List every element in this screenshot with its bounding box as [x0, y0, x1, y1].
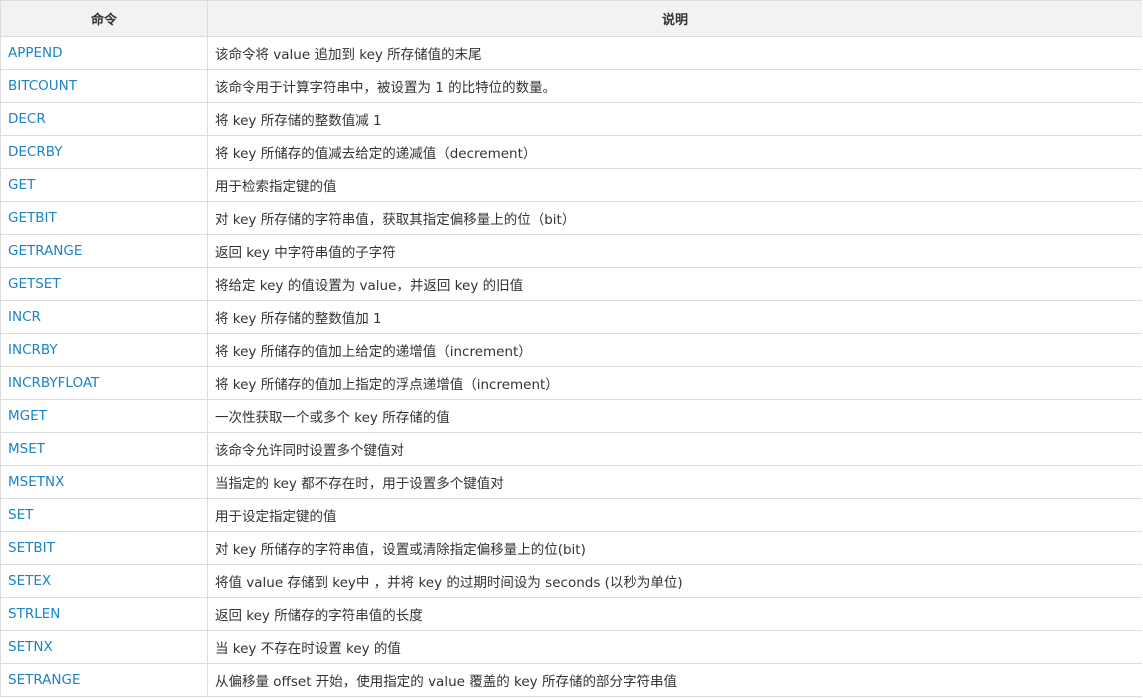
- command-link[interactable]: GET: [8, 177, 35, 193]
- table-row: MGET 一次性获取一个或多个 key 所存储的值: [0, 399, 1142, 433]
- command-cell: INCR: [0, 300, 208, 334]
- command-cell: APPEND: [0, 36, 208, 70]
- command-link[interactable]: MSET: [8, 441, 45, 457]
- table-row: BITCOUNT 该命令用于计算字符串中，被设置为 1 的比特位的数量。: [0, 69, 1142, 103]
- table-body: APPEND 该命令将 value 追加到 key 所存储值的末尾 BITCOUNT…: [0, 36, 1142, 697]
- command-link[interactable]: SETNX: [8, 639, 53, 655]
- command-cell: STRLEN: [0, 597, 208, 631]
- command-cell: INCRBY: [0, 333, 208, 367]
- command-cell: SET: [0, 498, 208, 532]
- command-cell: GETBIT: [0, 201, 208, 235]
- description-cell: 将 key 所存储的整数值加 1: [207, 300, 1142, 334]
- table-row: SETRANGE 从偏移量 offset 开始，使用指定的 value 覆盖的 k…: [0, 663, 1142, 697]
- command-cell: BITCOUNT: [0, 69, 208, 103]
- table-row: GETRANGE 返回 key 中字符串值的子字符: [0, 234, 1142, 268]
- table-row: GET 用于检索指定键的值: [0, 168, 1142, 202]
- command-link[interactable]: SETEX: [8, 573, 51, 589]
- description-cell: 用于设定指定键的值: [207, 498, 1142, 532]
- table-row: SET 用于设定指定键的值: [0, 498, 1142, 532]
- command-cell: MSETNX: [0, 465, 208, 499]
- table-row: INCRBY 将 key 所储存的值加上给定的递增值（increment）: [0, 333, 1142, 367]
- description-cell: 将给定 key 的值设置为 value，并返回 key 的旧值: [207, 267, 1142, 301]
- description-cell: 对 key 所存储的字符串值，获取其指定偏移量上的位（bit）: [207, 201, 1142, 235]
- command-cell: GETRANGE: [0, 234, 208, 268]
- command-link[interactable]: SETRANGE: [8, 672, 81, 688]
- description-cell: 将 key 所储存的值加上给定的递增值（increment）: [207, 333, 1142, 367]
- command-cell: SETNX: [0, 630, 208, 664]
- command-link[interactable]: DECR: [8, 111, 46, 127]
- description-cell: 返回 key 中字符串值的子字符: [207, 234, 1142, 268]
- command-table: 命令 说明 APPEND 该命令将 value 追加到 key 所存储值的末尾 BI…: [0, 0, 1142, 697]
- table-row: APPEND 该命令将 value 追加到 key 所存储值的末尾: [0, 36, 1142, 70]
- command-table-container: 命令 说明 APPEND 该命令将 value 追加到 key 所存储值的末尾 BI…: [0, 0, 1142, 698]
- command-link[interactable]: APPEND: [8, 45, 63, 61]
- command-link[interactable]: GETSET: [8, 276, 61, 292]
- command-link[interactable]: SET: [8, 507, 33, 523]
- command-cell: MSET: [0, 432, 208, 466]
- table-row: SETEX 将值 value 存储到 key中 ，并将 key 的过期时间设为 s…: [0, 564, 1142, 598]
- command-link[interactable]: GETBIT: [8, 210, 57, 226]
- table-row: MSETNX 当指定的 key 都不存在时，用于设置多个键值对: [0, 465, 1142, 499]
- command-link[interactable]: STRLEN: [8, 606, 60, 622]
- table-row: INCRBYFLOAT 将 key 所储存的值加上指定的浮点递增值（increme…: [0, 366, 1142, 400]
- description-cell: 当 key 不存在时设置 key 的值: [207, 630, 1142, 664]
- command-link[interactable]: INCRBY: [8, 342, 58, 358]
- description-cell: 该命令用于计算字符串中，被设置为 1 的比特位的数量。: [207, 69, 1142, 103]
- table-row: DECR 将 key 所存储的整数值减 1: [0, 102, 1142, 136]
- command-link[interactable]: BITCOUNT: [8, 78, 77, 94]
- table-row: GETBIT 对 key 所存储的字符串值，获取其指定偏移量上的位（bit）: [0, 201, 1142, 235]
- description-cell: 该命令允许同时设置多个键值对: [207, 432, 1142, 466]
- command-link[interactable]: MGET: [8, 408, 47, 424]
- command-link[interactable]: INCR: [8, 309, 41, 325]
- table-row: MSET 该命令允许同时设置多个键值对: [0, 432, 1142, 466]
- table-row: INCR 将 key 所存储的整数值加 1: [0, 300, 1142, 334]
- command-cell: INCRBYFLOAT: [0, 366, 208, 400]
- command-cell: DECR: [0, 102, 208, 136]
- command-cell: MGET: [0, 399, 208, 433]
- command-cell: GET: [0, 168, 208, 202]
- description-cell: 从偏移量 offset 开始，使用指定的 value 覆盖的 key 所存储的部…: [207, 663, 1142, 697]
- command-cell: DECRBY: [0, 135, 208, 169]
- table-row: STRLEN 返回 key 所储存的字符串值的长度: [0, 597, 1142, 631]
- command-link[interactable]: DECRBY: [8, 144, 63, 160]
- command-link[interactable]: MSETNX: [8, 474, 64, 490]
- table-row: SETNX 当 key 不存在时设置 key 的值: [0, 630, 1142, 664]
- table-row: GETSET 将给定 key 的值设置为 value，并返回 key 的旧值: [0, 267, 1142, 301]
- description-cell: 返回 key 所储存的字符串值的长度: [207, 597, 1142, 631]
- table-header: 命令 说明: [0, 0, 1142, 37]
- description-cell: 对 key 所储存的字符串值，设置或清除指定偏移量上的位(bit): [207, 531, 1142, 565]
- description-cell: 当指定的 key 都不存在时，用于设置多个键值对: [207, 465, 1142, 499]
- header-command: 命令: [0, 0, 208, 37]
- description-cell: 将 key 所储存的值加上指定的浮点递增值（increment）: [207, 366, 1142, 400]
- command-cell: SETBIT: [0, 531, 208, 565]
- description-cell: 一次性获取一个或多个 key 所存储的值: [207, 399, 1142, 433]
- command-cell: SETRANGE: [0, 663, 208, 697]
- description-cell: 用于检索指定键的值: [207, 168, 1142, 202]
- table-row: SETBIT 对 key 所储存的字符串值，设置或清除指定偏移量上的位(bit): [0, 531, 1142, 565]
- description-cell: 将 key 所存储的整数值减 1: [207, 102, 1142, 136]
- header-row: 命令 说明: [0, 0, 1142, 37]
- description-cell: 将 key 所储存的值减去给定的递减值（decrement）: [207, 135, 1142, 169]
- command-link[interactable]: GETRANGE: [8, 243, 82, 259]
- command-cell: GETSET: [0, 267, 208, 301]
- command-link[interactable]: SETBIT: [8, 540, 55, 556]
- description-cell: 该命令将 value 追加到 key 所存储值的末尾: [207, 36, 1142, 70]
- header-description: 说明: [207, 0, 1142, 37]
- command-cell: SETEX: [0, 564, 208, 598]
- command-link[interactable]: INCRBYFLOAT: [8, 375, 99, 391]
- description-cell: 将值 value 存储到 key中 ，并将 key 的过期时间设为 second…: [207, 564, 1142, 598]
- table-row: DECRBY 将 key 所储存的值减去给定的递减值（decrement）: [0, 135, 1142, 169]
